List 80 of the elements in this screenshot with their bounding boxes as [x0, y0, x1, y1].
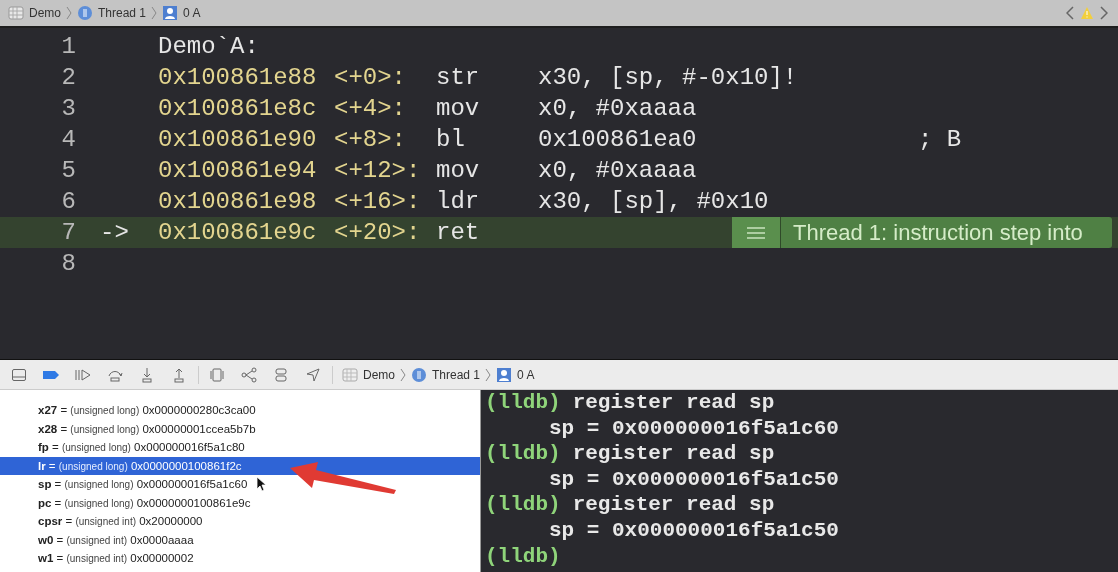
line-number: 5: [60, 157, 76, 184]
offset: <+8>:: [334, 126, 406, 153]
offset: <+16>:: [334, 188, 421, 215]
annotation-text: Thread 1: instruction step into: [792, 219, 1083, 246]
console-command: register read sp: [572, 493, 775, 517]
address: 0x100861e88: [158, 64, 317, 91]
chevron-icon: [400, 367, 406, 382]
line-number: 3: [60, 95, 76, 122]
line-number: 2: [60, 64, 76, 91]
mnemonic: ldr: [436, 188, 480, 215]
mnemonic: str: [436, 64, 480, 91]
continue-icon[interactable]: [74, 366, 92, 383]
line-number: 6: [60, 188, 76, 215]
offset: <+20>:: [334, 219, 421, 246]
variable-row[interactable]: cpsr = (unsigned int) 0x20000000: [0, 512, 480, 531]
variable-row[interactable]: fp = (unsigned long) 0x000000016f5a1c80: [0, 438, 480, 457]
variable-row[interactable]: x28 = (unsigned long) 0x00000001ccea5b7b: [0, 419, 480, 438]
operands: x30, [sp, #-0x10]!: [538, 64, 798, 91]
line-number: 8: [60, 250, 76, 277]
console-prompt: (lldb): [485, 391, 561, 414]
back-icon[interactable]: [1066, 6, 1074, 20]
forward-icon[interactable]: [1100, 6, 1108, 20]
grid-icon: [8, 5, 24, 21]
person-icon: [162, 5, 179, 21]
comment: ; B: [918, 126, 962, 153]
breadcrumb-item[interactable]: Thread 1: [98, 6, 147, 20]
variable-row[interactable]: x27 = (unsigned long) 0x0000000280c3ca00: [0, 401, 480, 420]
environment-icon[interactable]: [272, 366, 290, 383]
location-icon[interactable]: [304, 366, 322, 383]
console-command: register read sp: [572, 391, 775, 414]
line-number: 7: [60, 219, 76, 246]
line-number: 4: [60, 126, 76, 153]
pointer-icon: [256, 476, 266, 492]
thread-icon: [77, 5, 93, 21]
mnemonic: mov: [436, 95, 480, 122]
function-label: Demo`A:: [158, 33, 259, 60]
mnemonic: ret: [436, 219, 480, 246]
variable-row[interactable]: w1 = (unsigned int) 0x00000002: [0, 549, 480, 568]
variable-row[interactable]: w0 = (unsigned int) 0x0000aaaa: [0, 530, 480, 549]
address: 0x100861e94: [158, 157, 317, 184]
panel-icon[interactable]: [10, 366, 28, 383]
breadcrumb-item[interactable]: 0 A: [517, 367, 535, 382]
console-output: sp = 0x000000016f5a1c60: [548, 416, 839, 440]
operands: x0, #0xaaaa: [538, 95, 697, 122]
breadcrumb-item[interactable]: Thread 1: [432, 367, 481, 382]
console-prompt: (lldb): [485, 544, 561, 568]
console-output: sp = 0x000000016f5a1c50: [548, 518, 839, 542]
variable-row[interactable]: sp = (unsigned long) 0x000000016f5a1c60: [0, 475, 480, 494]
pc-arrow: ->: [100, 219, 129, 246]
offset: <+0>:: [334, 64, 406, 91]
breadcrumb-item[interactable]: Demo: [363, 367, 395, 382]
mnemonic: mov: [436, 157, 480, 184]
person-icon: [496, 366, 513, 383]
thread-icon: [411, 366, 427, 383]
offset: <+12>:: [334, 157, 421, 184]
graph-icon[interactable]: [240, 366, 258, 383]
console-output: sp = 0x000000016f5a1c50: [548, 467, 839, 491]
chevron-icon: [66, 6, 72, 20]
address: 0x100861e8c: [158, 95, 317, 122]
view-hierarchy-icon[interactable]: [208, 366, 226, 383]
grid-icon: [342, 366, 358, 383]
variable-row[interactable]: pc = (unsigned long) 0x0000000100861e9c: [0, 493, 480, 512]
console-prompt: (lldb): [485, 442, 561, 466]
chevron-icon: [485, 367, 492, 382]
offset: <+4>:: [334, 95, 406, 122]
address: 0x100861e98: [158, 188, 317, 215]
operands: 0x100861ea0: [538, 126, 697, 153]
mnemonic: bl: [436, 126, 465, 153]
console-prompt: (lldb): [485, 493, 561, 517]
address: 0x100861e90: [158, 126, 317, 153]
variable-row[interactable]: lr = (unsigned long) 0x0000000100861f2c: [0, 456, 480, 475]
console-command: register read sp: [572, 442, 775, 466]
operands: x30, [sp], #0x10: [538, 188, 769, 215]
menu-icon: [747, 226, 765, 239]
address: 0x100861e9c: [158, 219, 317, 246]
chevron-icon: [151, 6, 158, 20]
breadcrumb-item[interactable]: Demo: [29, 6, 61, 20]
operands: x0, #0xaaaa: [538, 157, 697, 184]
breadcrumb-item[interactable]: 0 A: [183, 6, 201, 20]
line-number: 1: [60, 33, 76, 60]
